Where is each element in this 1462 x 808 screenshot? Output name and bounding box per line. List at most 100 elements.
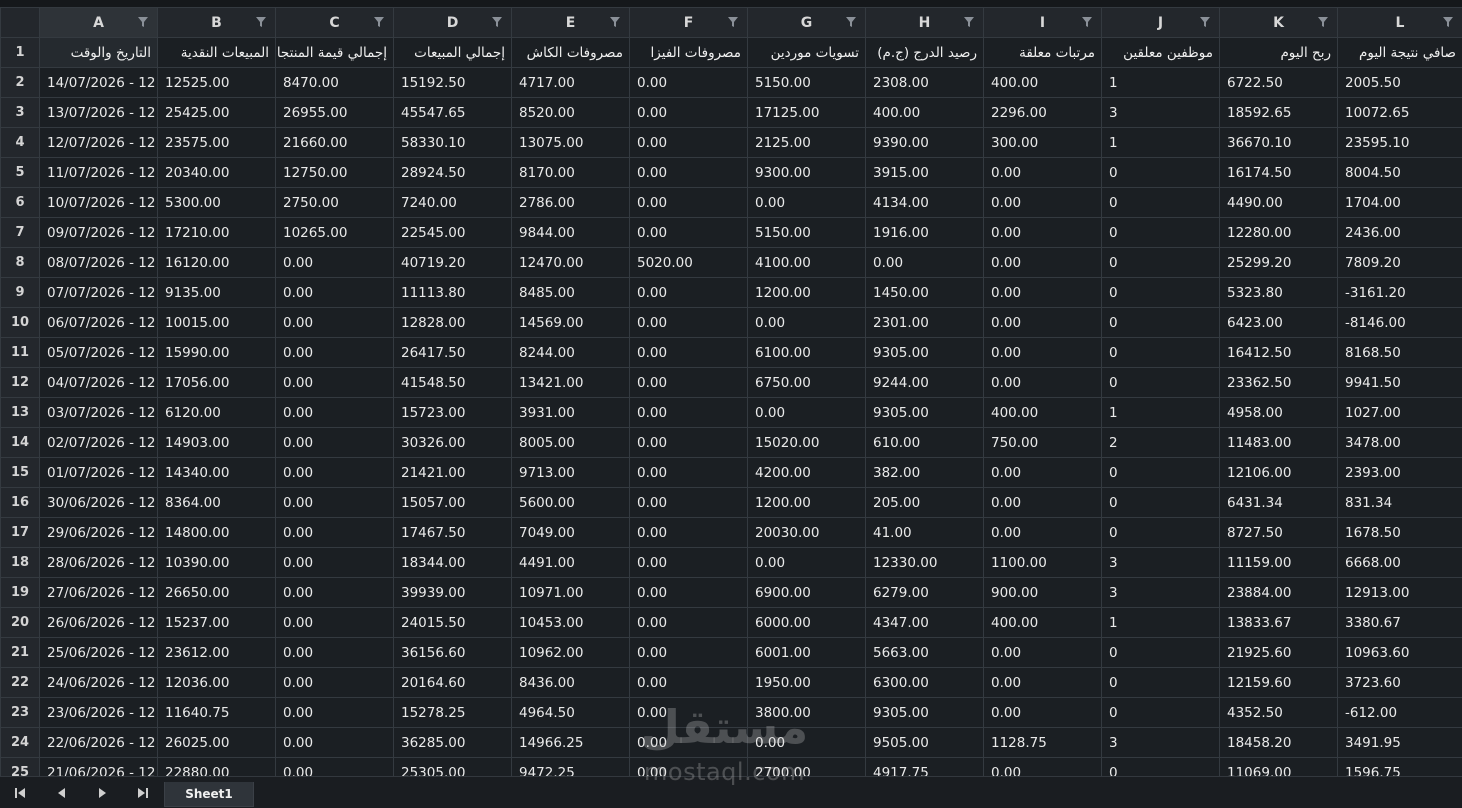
data-cell[interactable]: 14800.00	[158, 518, 276, 548]
data-cell[interactable]: 10265.00	[276, 218, 394, 248]
data-cell[interactable]: 0.00	[630, 278, 748, 308]
data-cell[interactable]: 13/07/2026 - 12	[40, 98, 158, 128]
data-cell[interactable]: 6900.00	[748, 578, 866, 608]
header-cell[interactable]: مصروفات الفيزا	[630, 38, 748, 68]
column-header-i[interactable]: I	[984, 8, 1102, 38]
data-cell[interactable]: 06/07/2026 - 12	[40, 308, 158, 338]
header-cell[interactable]: صافي نتيجة اليوم	[1338, 38, 1462, 68]
data-cell[interactable]: 0.00	[984, 458, 1102, 488]
filter-icon[interactable]	[138, 17, 148, 27]
data-cell[interactable]: 11069.00	[1220, 758, 1338, 777]
data-cell[interactable]: 0.00	[276, 368, 394, 398]
data-cell[interactable]: 12525.00	[158, 68, 276, 98]
data-cell[interactable]: 0.00	[276, 518, 394, 548]
data-cell[interactable]: 7809.20	[1338, 248, 1462, 278]
data-cell[interactable]: 25/06/2026 - 12	[40, 638, 158, 668]
data-cell[interactable]: 24/06/2026 - 12	[40, 668, 158, 698]
data-cell[interactable]: 02/07/2026 - 12	[40, 428, 158, 458]
filter-icon[interactable]	[1318, 17, 1328, 27]
data-cell[interactable]: 25305.00	[394, 758, 512, 777]
data-cell[interactable]: 0	[1102, 368, 1220, 398]
data-cell[interactable]: 1	[1102, 68, 1220, 98]
last-sheet-icon[interactable]	[136, 786, 150, 800]
data-cell[interactable]: 0.00	[276, 278, 394, 308]
tab-sheet1[interactable]: Sheet1	[164, 782, 254, 807]
data-cell[interactable]: 1450.00	[866, 278, 984, 308]
data-cell[interactable]: 0.00	[630, 428, 748, 458]
data-cell[interactable]: 5150.00	[748, 218, 866, 248]
data-cell[interactable]: 03/07/2026 - 12	[40, 398, 158, 428]
data-cell[interactable]: 1	[1102, 608, 1220, 638]
data-cell[interactable]: 0	[1102, 218, 1220, 248]
data-cell[interactable]: 8727.50	[1220, 518, 1338, 548]
data-cell[interactable]: 14/07/2026 - 12	[40, 68, 158, 98]
data-cell[interactable]: 8436.00	[512, 668, 630, 698]
data-cell[interactable]: 23884.00	[1220, 578, 1338, 608]
data-cell[interactable]: 11/07/2026 - 12	[40, 158, 158, 188]
filter-icon[interactable]	[492, 17, 502, 27]
data-cell[interactable]: 610.00	[866, 428, 984, 458]
data-cell[interactable]: 41.00	[866, 518, 984, 548]
data-cell[interactable]: 2296.00	[984, 98, 1102, 128]
data-cell[interactable]: 07/07/2026 - 12	[40, 278, 158, 308]
data-cell[interactable]: 0.00	[984, 668, 1102, 698]
data-cell[interactable]: 8485.00	[512, 278, 630, 308]
data-cell[interactable]: 0.00	[276, 338, 394, 368]
column-header-c[interactable]: C	[276, 8, 394, 38]
row-number[interactable]: 17	[1, 518, 40, 548]
data-cell[interactable]: 10453.00	[512, 608, 630, 638]
data-cell[interactable]: 5600.00	[512, 488, 630, 518]
data-cell[interactable]: 5663.00	[866, 638, 984, 668]
header-cell[interactable]: المبيعات النقدية	[158, 38, 276, 68]
data-cell[interactable]: 3	[1102, 728, 1220, 758]
data-cell[interactable]: 4958.00	[1220, 398, 1338, 428]
data-cell[interactable]: 0.00	[276, 728, 394, 758]
row-number[interactable]: 9	[1, 278, 40, 308]
data-cell[interactable]: 0.00	[276, 398, 394, 428]
data-cell[interactable]: 5150.00	[748, 68, 866, 98]
data-cell[interactable]: 300.00	[984, 128, 1102, 158]
data-cell[interactable]: 6300.00	[866, 668, 984, 698]
data-cell[interactable]: 9135.00	[158, 278, 276, 308]
data-cell[interactable]: 28/06/2026 - 12	[40, 548, 158, 578]
data-cell[interactable]: 0.00	[984, 188, 1102, 218]
data-cell[interactable]: 11159.00	[1220, 548, 1338, 578]
data-cell[interactable]: 26025.00	[158, 728, 276, 758]
data-cell[interactable]: 8170.00	[512, 158, 630, 188]
data-cell[interactable]: 9305.00	[866, 398, 984, 428]
data-cell[interactable]: 4964.50	[512, 698, 630, 728]
data-cell[interactable]: 3491.95	[1338, 728, 1462, 758]
data-cell[interactable]: 0.00	[630, 698, 748, 728]
data-cell[interactable]: 382.00	[866, 458, 984, 488]
row-number[interactable]: 24	[1, 728, 40, 758]
data-cell[interactable]: 36670.10	[1220, 128, 1338, 158]
data-cell[interactable]: 0.00	[984, 278, 1102, 308]
data-cell[interactable]: 0	[1102, 158, 1220, 188]
row-number[interactable]: 10	[1, 308, 40, 338]
data-cell[interactable]: 9390.00	[866, 128, 984, 158]
data-cell[interactable]: 400.00	[984, 68, 1102, 98]
data-cell[interactable]: 0	[1102, 758, 1220, 777]
data-cell[interactable]: 0.00	[748, 728, 866, 758]
data-cell[interactable]: 15278.25	[394, 698, 512, 728]
data-cell[interactable]: 21660.00	[276, 128, 394, 158]
data-cell[interactable]: 1678.50	[1338, 518, 1462, 548]
data-cell[interactable]: 14903.00	[158, 428, 276, 458]
data-cell[interactable]: 36285.00	[394, 728, 512, 758]
header-cell[interactable]: ربح اليوم	[1220, 38, 1338, 68]
data-cell[interactable]: 25299.20	[1220, 248, 1338, 278]
data-cell[interactable]: 15192.50	[394, 68, 512, 98]
data-cell[interactable]: 1200.00	[748, 488, 866, 518]
column-header-g[interactable]: G	[748, 8, 866, 38]
row-number[interactable]: 15	[1, 458, 40, 488]
data-cell[interactable]: 0	[1102, 668, 1220, 698]
data-cell[interactable]: 01/07/2026 - 12	[40, 458, 158, 488]
data-cell[interactable]: 26/06/2026 - 12	[40, 608, 158, 638]
data-cell[interactable]: 21/06/2026 - 12	[40, 758, 158, 777]
filter-icon[interactable]	[964, 17, 974, 27]
data-cell[interactable]: 15020.00	[748, 428, 866, 458]
data-cell[interactable]: 18458.20	[1220, 728, 1338, 758]
data-cell[interactable]: 0.00	[630, 728, 748, 758]
data-cell[interactable]: 0.00	[748, 548, 866, 578]
data-cell[interactable]: 0	[1102, 248, 1220, 278]
